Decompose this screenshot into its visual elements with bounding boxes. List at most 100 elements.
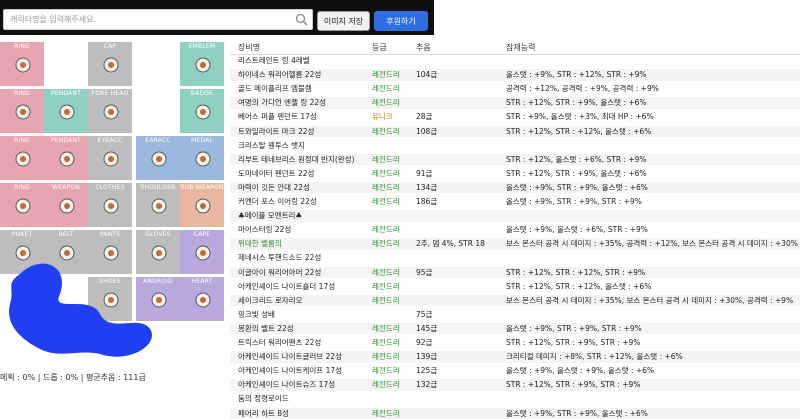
cell-flame: 92급: [416, 337, 432, 349]
slot-ring[interactable]: RING: [0, 136, 44, 180]
table-row: 아케인셰이드 나이트슈즈 17성레전드리132급STR : +12%, STR …: [230, 379, 800, 391]
cell-grade: 유니크: [372, 111, 393, 123]
cell-flame: 75급: [416, 309, 432, 321]
table-row: 리부트 테네브리스 원정대 반지(완성) 레전드리 STR : +12%, 올스탯 …: [230, 154, 800, 166]
cell-grade: 레전드리: [372, 337, 400, 349]
slot-label: WEAPON: [44, 184, 88, 191]
cell-flame: 91급: [416, 168, 432, 180]
slot-heart[interactable]: HEART: [180, 277, 224, 321]
item-icon: [13, 196, 33, 216]
slot-label: POKET: [0, 231, 44, 238]
search-box[interactable]: [3, 9, 313, 30]
cell-grade: 레전드리: [372, 351, 400, 363]
cell-name: 마력이 깃든 안대 22성: [238, 182, 310, 194]
item-icon: [193, 55, 213, 75]
table-row: 이글아이 워리어아머 22성레전드리95급STR : +12%, STR : +…: [230, 267, 800, 279]
slot-shoulder[interactable]: SHOULDER: [136, 183, 180, 227]
table-row: 둠의 정령로이드: [230, 393, 800, 405]
search-input[interactable]: [4, 10, 296, 29]
cell-flame: 104급: [416, 69, 437, 81]
slot-ring[interactable]: RING: [0, 89, 44, 133]
slot-label: SHOULDER: [136, 184, 180, 191]
table-row: 아케인셰이드 나이트글러브 22성레전드리139급크리티컬 데미지 : +8%,…: [230, 351, 800, 363]
slot-medal[interactable]: MEDAL: [180, 136, 224, 180]
slot-clothes[interactable]: CLOTHES: [88, 183, 132, 227]
cell-flame: 145급: [416, 323, 437, 335]
cell-potential: STR : +12%, STR : +12%, STR : +9%: [506, 267, 645, 279]
slot-label: EMBLEM: [180, 43, 224, 50]
item-icon: [101, 149, 121, 169]
cell-grade: 레전드리: [372, 168, 400, 180]
cell-potential: STR : +12%, STR : +12%, 올스탯 : +6%: [506, 126, 651, 138]
cell-flame: 28급: [416, 111, 432, 123]
cell-potential: 보스 몬스터 공격 시 데미지 : +35%, 보스 몬스터 공격 시 데미지 …: [506, 295, 793, 307]
cell-name: 여명의 가디언 엔젤 링 22성: [238, 97, 326, 109]
cell-potential: 공격력 : +12%, 공격력 : +9%, 공격력 : +9%: [506, 83, 659, 95]
table-row: 크리스탈 웬투스 뱃지: [230, 140, 800, 152]
search-icon[interactable]: [295, 13, 308, 26]
cell-grade: 레전드리: [372, 295, 400, 307]
header-grade: 등급: [372, 42, 387, 54]
slot-eyeacc[interactable]: EYEACC: [88, 136, 132, 180]
slot-sub-weapon[interactable]: SUB WEAPON: [180, 183, 224, 227]
slot-label: FORE HEAD: [88, 90, 132, 97]
item-icon: [57, 149, 77, 169]
cell-grade: 레전드리: [372, 182, 400, 194]
item-icon: [57, 102, 77, 122]
table-row: 골드 메이플리프 엠블렘레전드리공격력 : +12%, 공격력 : +9%, 공…: [230, 83, 800, 95]
slot-earacc[interactable]: EARACC: [136, 136, 180, 180]
cell-grade: 레전드리: [372, 196, 400, 208]
cell-name: 리부트 테네브리스 원정대 반지(완성): [238, 154, 355, 166]
slot-ring[interactable]: RING: [0, 42, 44, 86]
cell-name: 베어스 퍼플 펜던트 17성: [238, 111, 317, 123]
slot-cape[interactable]: CAPE: [180, 230, 224, 274]
cell-name: 몽환의 벨트 22성: [238, 323, 294, 335]
support-button[interactable]: 후원하기: [374, 11, 428, 31]
item-icon: [13, 102, 33, 122]
cell-potential: STR : +12%, STR : +9%, STR : +9%: [506, 379, 640, 391]
cell-name: 핑크빛 성배: [238, 309, 275, 321]
save-image-button[interactable]: 이미지 저장: [317, 11, 370, 31]
item-icon: [149, 196, 169, 216]
table-row: 세이크리드 로자리오레전드리보스 몬스터 공격 시 데미지 : +35%, 보스…: [230, 295, 800, 307]
cell-potential: 올스탯 : +9%, 올스탯 : +6%, STR : +9%: [506, 224, 648, 236]
cell-potential: 보스 몬스터 공격 시 데미지 : +35%, 공격력 : +12%, 보스 몬…: [506, 238, 798, 250]
drop-meso-stats: 메획 : 0% | 드롭 : 0% | 평균추옵 : 111급: [0, 372, 146, 383]
cell-name: 도미네이터 펜던트 22성: [238, 168, 314, 180]
slot-cap[interactable]: CAP: [88, 42, 132, 86]
cell-potential: 올스탯 : +9%, STR : +12%, STR : +9%: [506, 69, 647, 81]
table-row: 아케인셰이드 나이트숄더 17성레전드리STR : +12%, STR : +1…: [230, 281, 800, 293]
slot-label: RING: [0, 184, 44, 191]
cell-potential: STR : +12%, 올스탯 : +6%, STR : +9%: [506, 154, 647, 166]
slot-pendant[interactable]: PENDANT: [44, 136, 88, 180]
cell-grade: 레전드리: [372, 238, 400, 250]
cell-name: 제네시스 투핸드소드 22성: [238, 252, 321, 264]
table-row: 몽환의 벨트 22성레전드리145급올스탯 : +9%, STR : +9%, …: [230, 323, 800, 335]
item-icon: [13, 55, 33, 75]
slot-label: SUB WEAPON: [180, 184, 224, 191]
cell-name: 아케인셰이드 나이트글러브 22성: [238, 351, 342, 363]
item-icon: [193, 290, 213, 310]
table-row: 아케인셰이드 나이트케이프 17성레전드리125급올스탯 : +9%, 올스탯 …: [230, 365, 800, 377]
cell-grade: 레전드리: [372, 379, 400, 391]
slot-pendant[interactable]: PENDANT: [44, 89, 88, 133]
slot-weapon[interactable]: WEAPON: [44, 183, 88, 227]
cell-potential: STR : +12%, STR : +9%, 올스탯 : +6%: [506, 168, 647, 180]
cell-grade: 레전드리: [372, 154, 400, 166]
slot-label: BELT: [44, 231, 88, 238]
item-icon: [13, 149, 33, 169]
cell-flame: 139급: [416, 351, 437, 363]
item-icon: [57, 196, 77, 216]
slot-badge[interactable]: BADGE: [180, 89, 224, 133]
slot-ring[interactable]: RING: [0, 183, 44, 227]
slot-emblem[interactable]: EMBLEM: [180, 42, 224, 86]
cell-potential: 올스탯 : +9%, STR : +9%, 올스탯 : +6%: [506, 408, 648, 419]
cell-name: 트릭스터 워리어팬츠 22성: [238, 337, 321, 349]
cell-flame: 125급: [416, 365, 437, 377]
cell-potential: STR : +9%, 올스탯 : +3%, 최대 HP : +6%: [506, 111, 654, 123]
header-potential: 잠재능력: [506, 42, 535, 54]
slot-fore-head[interactable]: FORE HEAD: [88, 89, 132, 133]
cell-name: 마이스터링 22성: [238, 224, 291, 236]
table-row: 여명의 가디언 엔젤 링 22성레전드리STR : +12%, STR : +9…: [230, 97, 800, 109]
slot-label: BADGE: [180, 90, 224, 97]
